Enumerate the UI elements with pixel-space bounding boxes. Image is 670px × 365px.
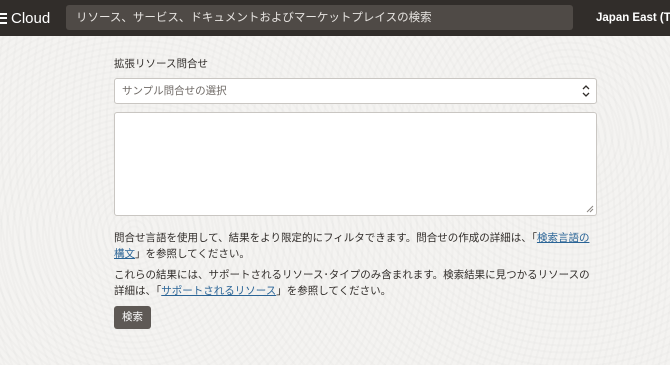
query-label: 拡張リソース問合せ xyxy=(114,58,208,70)
sample-query-select[interactable]: サンプル問合せの選択 xyxy=(114,78,597,104)
search-button[interactable]: 検索 xyxy=(114,306,151,329)
advanced-query-form: 拡張リソース問合せ サンプル問合せの選択 問合せ言語を使用して、結果をより限定的… xyxy=(114,58,598,329)
help-text-2-end: 」を参照してください。 xyxy=(276,285,392,297)
region-selector[interactable]: Japan East (To xyxy=(596,0,670,36)
brand-name: Cloud xyxy=(11,9,51,27)
help-text-1-end: 」を参照してください。 xyxy=(135,248,250,260)
query-language-help: 問合せ言語を使用して、結果をより限定的にフィルタできます。問合せの作成の詳細は、… xyxy=(114,230,598,262)
supported-resources-help: これらの結果には、サポートされるリソース･タイプのみ含まれます。検索結果に見つか… xyxy=(114,267,598,299)
sample-query-select-value: サンプル問合せの選択 xyxy=(122,85,227,97)
top-navigation-bar: Cloud リソース、サービス、ドキュメントおよびマーケットプレイスの検索 Ja… xyxy=(0,0,670,36)
supported-resources-link[interactable]: サポートされるリソース xyxy=(161,285,276,297)
hamburger-icon[interactable] xyxy=(0,12,7,24)
query-textarea[interactable] xyxy=(114,112,597,216)
global-search-input[interactable]: リソース、サービス、ドキュメントおよびマーケットプレイスの検索 xyxy=(66,5,573,30)
up-down-chevron-icon xyxy=(582,85,590,97)
brand-logo[interactable]: Cloud xyxy=(0,0,50,36)
help-text-1: 問合せ言語を使用して、結果をより限定的にフィルタできます。問合せの作成の詳細は、… xyxy=(114,232,537,244)
resize-grip-icon[interactable] xyxy=(586,205,594,213)
